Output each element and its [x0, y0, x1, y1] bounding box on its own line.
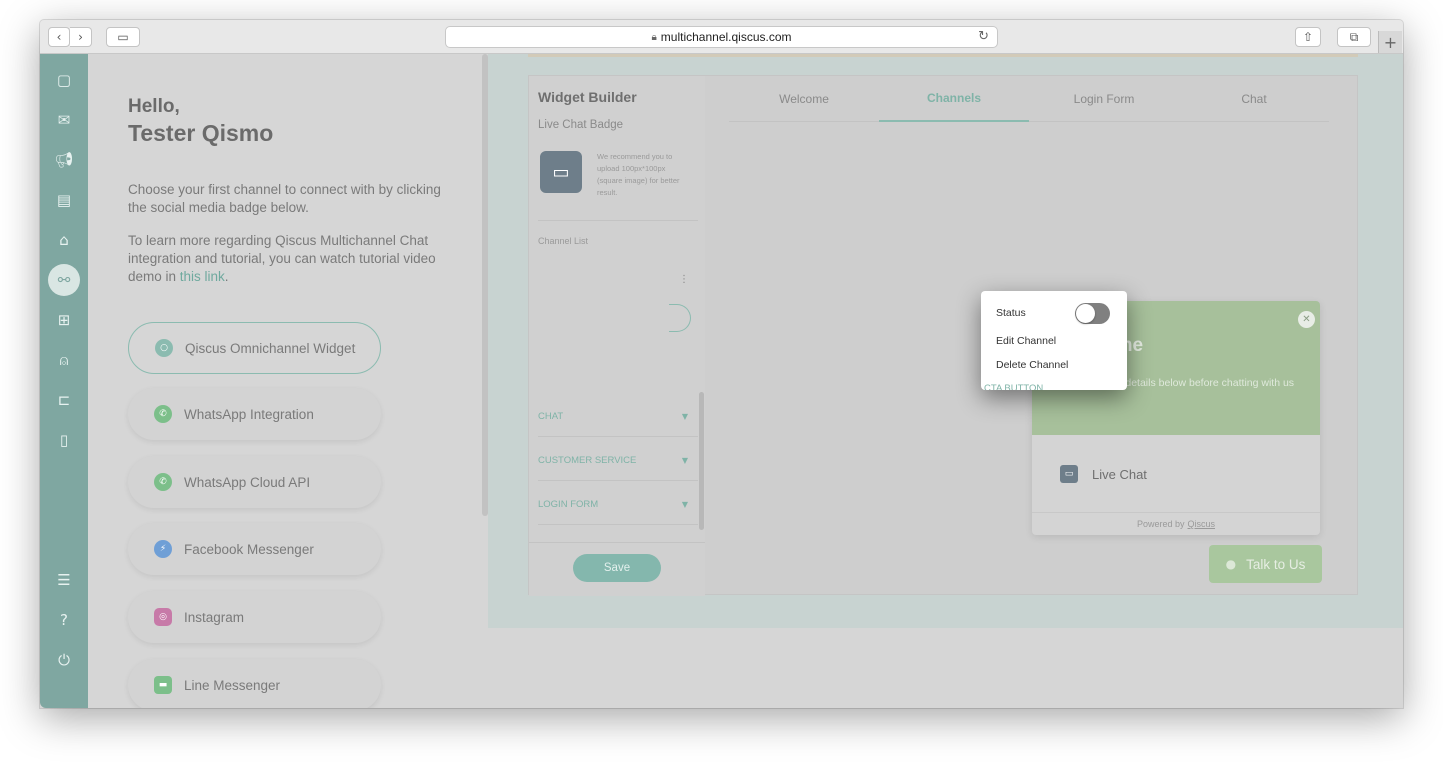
new-tab-button[interactable]: + [1378, 31, 1402, 53]
chevron-down-icon: ▼ [681, 500, 688, 509]
chevron-down-icon: ▼ [681, 412, 688, 421]
edit-channel-item[interactable]: Edit Channel [996, 335, 1056, 347]
close-icon[interactable]: ✕ [1298, 311, 1315, 328]
apps-icon[interactable]: ⊞ [52, 308, 76, 332]
qiscus-icon: ○ [155, 339, 173, 357]
sidebar-toggle-icon[interactable]: ▭ [106, 27, 140, 47]
builder-settings-column: Widget Builder Live Chat Badge ▭ We reco… [529, 76, 705, 596]
url-bar[interactable]: 🔒︎ multichannel.qiscus.com ↻ [445, 26, 998, 48]
tab-welcome[interactable]: Welcome [729, 76, 879, 122]
badge-recommendation: We recommend you to upload 100px*100px (… [597, 152, 680, 197]
tab-login-form[interactable]: Login Form [1029, 76, 1179, 122]
tab-channels[interactable]: Channels [879, 76, 1029, 122]
power-icon[interactable]: ⏻ [52, 648, 76, 672]
tabs-overview-icon[interactable]: ⧉ [1337, 27, 1371, 47]
cta-button-section-peek: CTA BUTTON [984, 383, 1044, 390]
tutorial-link[interactable]: this link [180, 269, 225, 284]
section-customer-service[interactable]: CUSTOMER SERVICE ▼ [538, 455, 688, 466]
ticket-icon[interactable]: ⊏ [52, 388, 76, 412]
tutorial-text: To learn more regarding Qiscus Multichan… [128, 233, 436, 284]
chat-bubble-icon: ● [1225, 557, 1237, 571]
chevron-down-icon: ▼ [681, 456, 688, 465]
channel-line-messenger-button[interactable]: ▬ Line Messenger [128, 659, 381, 708]
greeting: Hello, [128, 96, 180, 117]
widget-builder-area: Widget Builder Live Chat Badge ▭ We reco… [488, 54, 1403, 628]
whatsapp-icon: ✆ [154, 473, 172, 491]
url-text: multichannel.qiscus.com [660, 30, 792, 44]
user-name: Tester Qismo [128, 120, 274, 146]
divider [538, 436, 698, 437]
lock-icon: 🔒︎ [651, 31, 657, 43]
channel-instagram-button[interactable]: ◎ Instagram [128, 591, 381, 643]
divider [538, 524, 698, 525]
integration-icon[interactable]: ⚯ [48, 264, 80, 296]
whatsapp-icon: ✆ [154, 405, 172, 423]
mobile-icon[interactable]: ▯ [52, 428, 76, 452]
save-button[interactable]: Save [573, 554, 661, 582]
reload-icon[interactable]: ↻ [978, 29, 989, 44]
chat-badge-icon[interactable]: ▭ [540, 151, 582, 193]
instagram-icon: ◎ [154, 608, 172, 626]
delete-channel-item[interactable]: Delete Channel [996, 359, 1068, 371]
back-icon[interactable]: ‹ [48, 27, 70, 47]
section-login-form[interactable]: LOGIN FORM ▼ [538, 499, 688, 510]
page-content: ▢ ✉ 📢︎ ▤ ⌂ ⚯ ⊞ ⍝ ⊏ ▯ ☰ ? ⏻ Hello, Tester… [40, 54, 1403, 708]
preview-footer: Powered by Qiscus [1032, 512, 1320, 535]
top-strip [528, 54, 1358, 57]
channel-options-menu: Status Edit Channel Delete Channel CTA B… [981, 291, 1127, 390]
browser-toolbar: ‹ › ▭ 🔒︎ multichannel.qiscus.com ↻ ⇧ ⧉ + [40, 20, 1403, 54]
channel-list-label: Channel List [538, 236, 589, 246]
sidebar: ▢ ✉ 📢︎ ▤ ⌂ ⚯ ⊞ ⍝ ⊏ ▯ ☰ ? ⏻ [40, 54, 88, 708]
chat-icon[interactable]: ▢ [52, 68, 76, 92]
share-icon[interactable]: ⇧ [1295, 27, 1321, 47]
line-icon: ▬ [154, 676, 172, 694]
divider [529, 542, 705, 543]
channel-qiscus-widget-button[interactable]: ○ Qiscus Omnichannel Widget [128, 322, 381, 374]
divider [538, 220, 698, 221]
preview-tabs: Welcome Channels Login Form Chat [729, 76, 1329, 122]
status-label: Status [996, 307, 1026, 319]
channel-whatsapp-integration-button[interactable]: ✆ WhatsApp Integration [128, 388, 381, 440]
channel-whatsapp-cloud-button[interactable]: ✆ WhatsApp Cloud API [128, 456, 381, 508]
preview-live-chat-item[interactable]: ▭ Live Chat [1060, 465, 1147, 483]
status-toggle[interactable] [1075, 303, 1110, 324]
channel-pill[interactable] [669, 304, 691, 332]
megaphone-icon[interactable]: 📢︎ [52, 148, 76, 172]
agent-icon[interactable]: ⍝ [52, 348, 76, 372]
forward-icon[interactable]: › [70, 27, 92, 47]
messenger-icon: ⚡ [154, 540, 172, 558]
channel-intro-panel: Hello, Tester Qismo Choose your first ch… [88, 54, 488, 708]
browser-window: ‹ › ▭ 🔒︎ multichannel.qiscus.com ↻ ⇧ ⧉ +… [40, 20, 1403, 708]
choose-channel-text: Choose your first channel to connect wit… [128, 182, 441, 215]
mail-icon[interactable]: ✉ [52, 108, 76, 132]
help-icon[interactable]: ? [52, 608, 76, 632]
settings-sliders-icon[interactable]: ☰ [52, 568, 76, 592]
analytics-icon[interactable]: ⌂ [52, 228, 76, 252]
chat-bubble-icon: ▭ [1060, 465, 1078, 483]
divider [538, 480, 698, 481]
builder-scrollbar[interactable] [699, 392, 704, 530]
widget-builder-card: Widget Builder Live Chat Badge ▭ We reco… [528, 75, 1358, 596]
channel-facebook-messenger-button[interactable]: ⚡ Facebook Messenger [128, 523, 381, 575]
tab-chat[interactable]: Chat [1179, 76, 1329, 122]
toggle-knob [1076, 304, 1095, 323]
talk-to-us-button[interactable]: ● Talk to Us [1209, 545, 1322, 583]
section-chat[interactable]: CHAT ▼ [538, 411, 688, 422]
more-options-icon[interactable]: ⋮ [679, 274, 689, 285]
qiscus-link[interactable]: Qiscus [1188, 519, 1216, 529]
badge-label: Live Chat Badge [538, 119, 624, 131]
contact-card-icon[interactable]: ▤ [52, 188, 76, 212]
builder-title: Widget Builder [538, 89, 637, 105]
